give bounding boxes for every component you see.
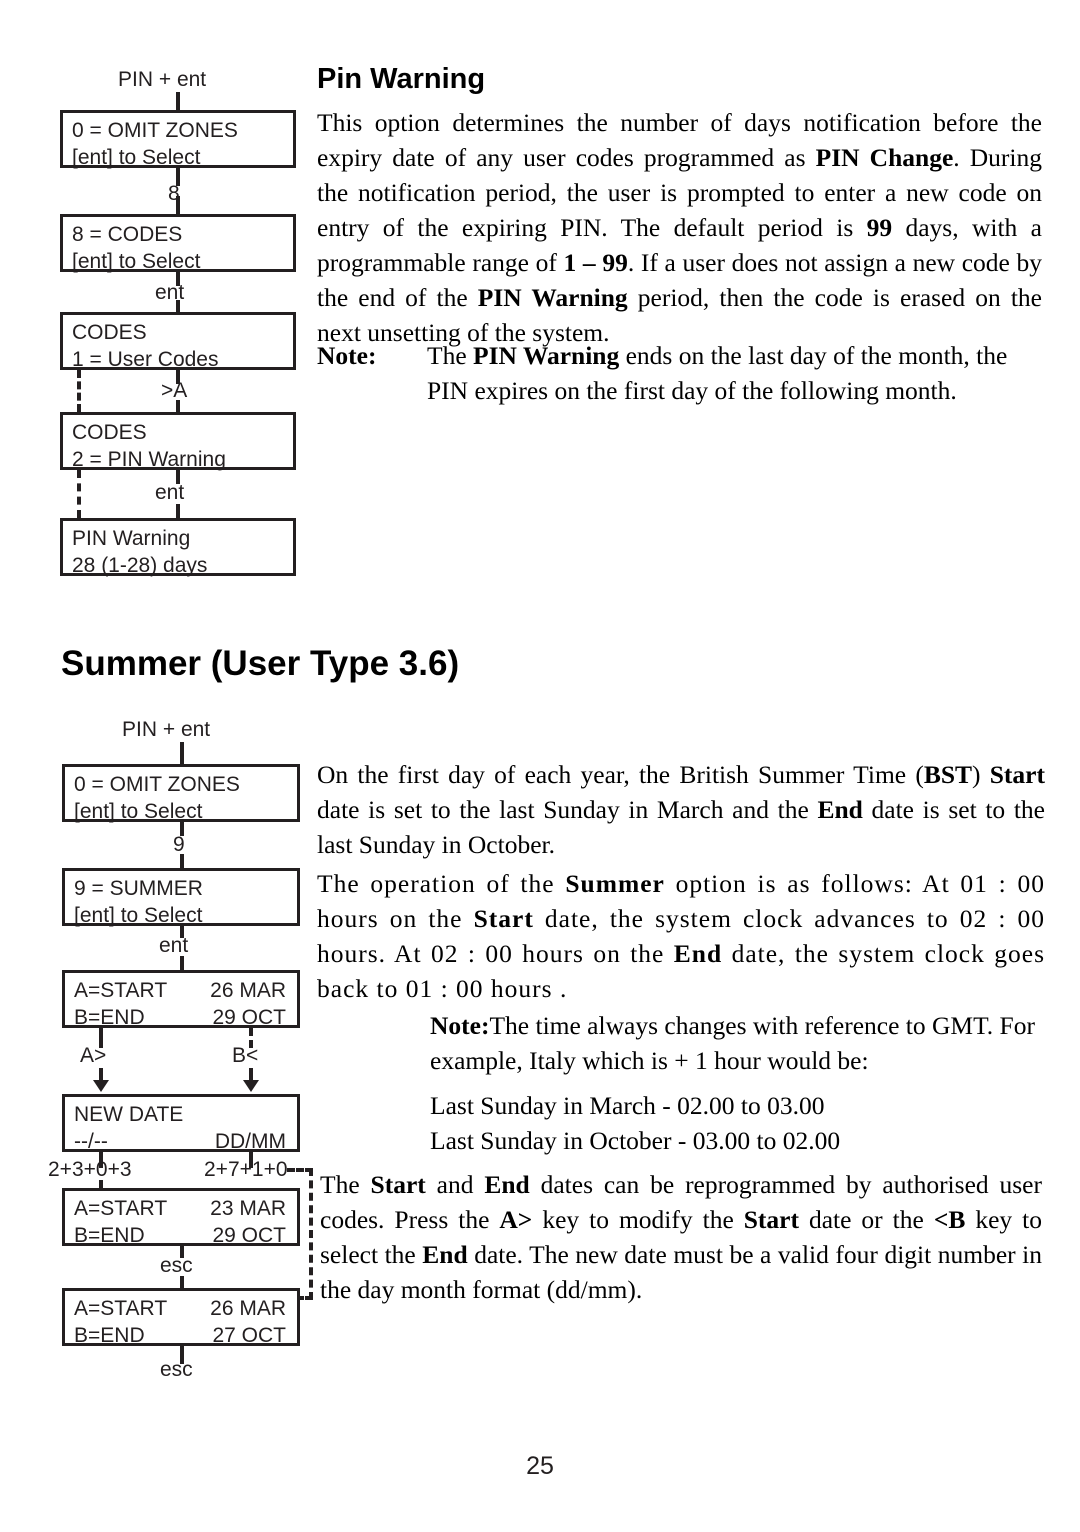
pin-warning-paragraph: This option determines the number of day… (317, 108, 1043, 347)
note-body: The PIN Warning ends on the last day of … (427, 341, 1008, 405)
flow1-conn4-lower (176, 504, 180, 518)
lcd-line: B=END 29 OCT (74, 1222, 297, 1249)
lcd-value: 26 MAR (210, 979, 286, 1002)
summer-heading: Summer (User Type 3.6) (61, 644, 460, 683)
lcd-value: 23 MAR (210, 1197, 286, 1220)
summer-example-line-1: Last Sunday in March - 02.00 to 03.00 (430, 1091, 825, 1120)
lcd-line: A=START 26 MAR (74, 1295, 297, 1322)
lcd-line: A=START 23 MAR (74, 1195, 297, 1222)
flow1-conn3-lower (176, 400, 180, 412)
flow2-conn2-lower (180, 956, 184, 970)
note-label: Note: (317, 341, 377, 370)
flow1-entry-label: PIN + ent (118, 68, 207, 91)
flow2-conn4-right-label: 2+7+1+0 (204, 1158, 288, 1181)
flow1-conn3-label: >A (161, 379, 188, 402)
flow2-entry-label: PIN + ent (122, 718, 211, 741)
flow2-conn2-label: ent (159, 934, 189, 957)
flow1-conn3-dashed-left (77, 370, 81, 412)
flow1-conn2-lower (176, 300, 180, 312)
flow2-box-start-modified: A=START 23 MAR B=END 29 OCT (62, 1188, 300, 1249)
lcd-line: 9 = SUMMER (74, 877, 203, 900)
flow2-conn5-label: esc (160, 1254, 193, 1277)
lcd-line: CODES (72, 421, 147, 444)
lcd-label: B=END (74, 1324, 145, 1347)
note-body: The time always changes with reference t… (430, 1011, 1035, 1075)
flow2-conn5-lower (180, 1276, 184, 1288)
lcd-line: [ent] to Select (74, 904, 203, 927)
flow1-box-pin-warning-value: PIN Warning 28 (1-28) days (60, 518, 296, 577)
flow2-entry-line (180, 742, 184, 764)
flow2-box-summer: 9 = SUMMER [ent] to Select (62, 868, 300, 927)
flow2-box-end-modified: A=START 26 MAR B=END 27 OCT (62, 1288, 300, 1349)
flow2-conn1-lower (180, 854, 184, 868)
summer-paragraph-1: On the first day of each year, the Briti… (317, 760, 1046, 859)
lcd-label: B=END (74, 1224, 145, 1247)
flow1-box-omit-zones: 0 = OMIT ZONES [ent] to Select (60, 110, 296, 169)
lcd-value: 27 OCT (212, 1324, 286, 1347)
flow1-box-pin-warning-menu: CODES 2 = PIN Warning (60, 412, 296, 471)
lcd-line: 2 = PIN Warning (72, 448, 226, 471)
page-number: 25 (526, 1452, 554, 1480)
flow2-conn3-right-label: B< (232, 1044, 259, 1067)
lcd-value: 29 OCT (212, 1224, 286, 1247)
summer-note: Note:The time always changes with refere… (430, 1008, 1042, 1078)
flow2-conn6-label: esc (160, 1358, 193, 1381)
lcd-line: 28 (1-28) days (72, 554, 208, 577)
flow1-conn1-lower (176, 196, 180, 214)
lcd-line: CODES (72, 321, 147, 344)
lcd-label: A=START (74, 1297, 168, 1320)
lcd-line: --/-- DD/MM (74, 1128, 297, 1155)
pin-warning-note: Note: The PIN Warning ends on the last d… (317, 338, 1042, 408)
lcd-line: [ent] to Select (72, 146, 201, 169)
lcd-line: 0 = OMIT ZONES (72, 119, 238, 142)
lcd-line: PIN Warning (72, 527, 191, 550)
flow1-conn4-dashed-left (77, 470, 81, 518)
flow2-box-omit-zones: 0 = OMIT ZONES [ent] to Select (62, 764, 300, 823)
summer-example-line-2: Last Sunday in October - 03.00 to 02.00 (430, 1126, 841, 1155)
lcd-label: NEW DATE (74, 1103, 184, 1126)
flow1-conn4-label: ent (155, 481, 185, 504)
summer-paragraph-3: The Start and End dates can be reprogram… (320, 1170, 1043, 1304)
note-label: Note: (430, 1011, 490, 1040)
lcd-label: A=START (74, 1197, 168, 1220)
lcd-line: [ent] to Select (74, 800, 203, 823)
flow2-conn4-left-label: 2+3+0+3 (48, 1158, 132, 1181)
lcd-line: B=END 29 OCT (74, 1004, 297, 1031)
lcd-value: 26 MAR (210, 1297, 286, 1320)
flow2-dashed-route-side (309, 1168, 313, 1300)
lcd-value: DD/MM (214, 1130, 286, 1153)
flow2-conn4-left-lower (99, 1180, 103, 1188)
pin-warning-heading: Pin Warning (317, 63, 486, 95)
flow2-box-new-date: NEW DATE --/-- DD/MM (62, 1094, 300, 1155)
flow1-box-codes-menu: 8 = CODES [ent] to Select (60, 214, 296, 273)
flow2-conn3-left-arrow (93, 1080, 109, 1092)
lcd-line: 8 = CODES (72, 223, 183, 246)
flow2-conn3-left-label: A> (80, 1044, 107, 1067)
flow1-entry-line (176, 92, 180, 110)
lcd-line: B=END 27 OCT (74, 1322, 297, 1349)
lcd-line: 1 = User Codes (72, 348, 219, 371)
flow2-conn3-right-arrow (243, 1080, 259, 1092)
lcd-line: 0 = OMIT ZONES (74, 773, 240, 796)
lcd-line: [ent] to Select (72, 250, 201, 273)
flow1-box-user-codes: CODES 1 = User Codes (60, 312, 296, 371)
lcd-line: NEW DATE (74, 1101, 297, 1128)
lcd-label: B=END (74, 1006, 145, 1029)
lcd-line: A=START 26 MAR (74, 977, 297, 1004)
summer-paragraph-2: The operation of the Summer option is as… (317, 869, 1045, 1003)
lcd-value: 29 OCT (212, 1006, 286, 1029)
lcd-label: --/-- (74, 1130, 108, 1153)
lcd-label: A=START (74, 979, 168, 1002)
flow2-box-start-end-default: A=START 26 MAR B=END 29 OCT (62, 970, 300, 1031)
